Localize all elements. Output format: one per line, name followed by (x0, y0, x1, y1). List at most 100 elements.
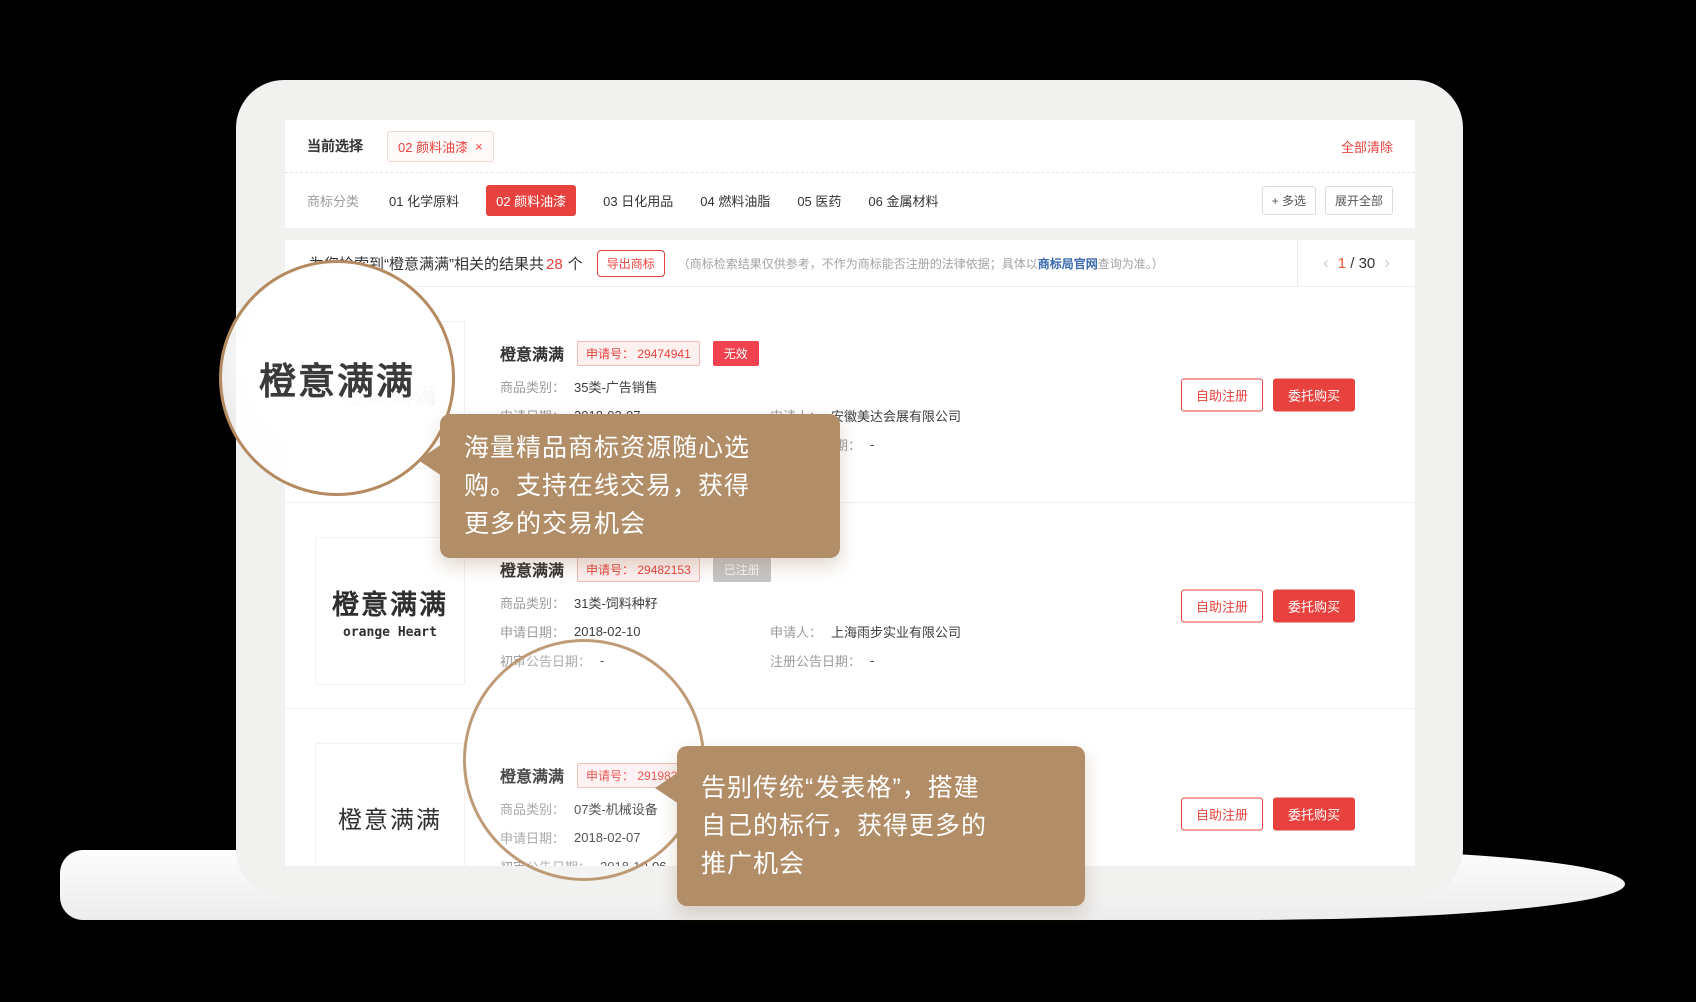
field-value: - (600, 653, 604, 668)
detail-field: 初审公告日期：- (500, 651, 770, 670)
field-label: 商品类别： (500, 799, 565, 818)
trademark-office-link[interactable]: 商标局官网 (1038, 257, 1098, 271)
trademark-name: 橙意满满 (500, 341, 564, 365)
tooltip-line: 推广机会 (701, 845, 1061, 883)
trademark-title-line: 橙意满满 申请号： 29482153 已注册 (500, 557, 961, 581)
current-page: 1 (1338, 255, 1346, 272)
field-label: 申请人： (770, 622, 822, 641)
field-value: - (870, 437, 874, 452)
tooltip-arrow-left-icon (655, 772, 679, 804)
field-value: 31类-饲料种籽 (574, 593, 658, 612)
filter-panel: 当前选择 02 颜料油漆 × 全部清除 商标分类 01 化学原料02 颜料油漆0… (285, 120, 1415, 228)
entrusted-purchase-button[interactable]: 委托购买 (1273, 589, 1355, 622)
detail-line: 初审公告日期：-注册公告日期：- (500, 646, 961, 675)
detail-line: 初审公告日期： 2018-10-06 (500, 852, 700, 866)
detail-field: 注册公告日期：- (770, 651, 874, 670)
field-label: 初审公告日期： (500, 857, 591, 866)
detail-lines: 商品类别： 07类-机械设备申请日期： 2018-02-07 初审公告日期： 2018-… (500, 794, 700, 866)
self-register-button[interactable]: 自助注册 (1181, 798, 1263, 831)
category-item[interactable]: 04 燃料油脂 (700, 191, 770, 210)
disclaimer-text: （商标检索结果仅供参考，不作为商标能否注册的法律依据；具体以商标局官网查询为准。… (678, 255, 1164, 272)
status-badge: 已注册 (713, 557, 771, 582)
current-selection-row: 当前选择 02 颜料油漆 × 全部清除 (285, 120, 1415, 172)
trademark-image: 橙意满满 orange Heart (315, 537, 465, 685)
category-items: 01 化学原料 02 颜料油漆 03 日化用品 04 燃料油脂 05 医药 06 金属材料 (389, 185, 938, 216)
field-label: 注册公告日期： (770, 651, 861, 670)
total-pages: 30 (1359, 255, 1376, 272)
row-actions: 自助注册 委托购买 (1181, 378, 1355, 411)
expand-all-button[interactable]: 展开全部 (1325, 186, 1393, 215)
tooltip-line: 自己的标行，获得更多的 (701, 807, 1061, 845)
category-item[interactable]: 05 医药 (797, 191, 841, 210)
tooltip-promotion: 告别传统“发表格”，搭建自己的标行，获得更多的推广机会 (677, 746, 1085, 906)
detail-field: 初审公告日期： 2018-10-06 (500, 857, 667, 866)
entrusted-purchase-button[interactable]: 委托购买 (1273, 798, 1355, 831)
detail-line: 申请日期：2018-02-10申请人： 上海雨步实业有限公司 (500, 617, 961, 646)
tooltip-line: 告别传统“发表格”，搭建 (701, 769, 1061, 807)
detail-field: 申请日期：2018-02-10 (500, 622, 770, 641)
field-label: 商品类别： (500, 593, 565, 612)
detail-field: 申请日期： 2018-02-07 (500, 828, 641, 847)
entrusted-purchase-button[interactable]: 委托购买 (1273, 378, 1355, 411)
row-actions: 自助注册 委托购买 (1181, 798, 1355, 831)
trademark-logo-text: 橙意满满 (342, 379, 438, 411)
tooltip-line: 海量精品商标资源随心选 (464, 429, 816, 467)
remove-tag-icon[interactable]: × (475, 140, 483, 153)
tooltip-line: 购。支持在线交易，获得 (464, 467, 816, 505)
disclaimer-suffix: 查询为准。） (1098, 257, 1164, 271)
results-count-unit: 个 (568, 256, 583, 273)
field-value: 07类-机械设备 (574, 799, 658, 818)
prev-page-icon[interactable]: ‹ (1323, 253, 1329, 273)
self-register-button[interactable]: 自助注册 (1181, 589, 1263, 622)
detail-line: 申请日期： 2018-02-07 (500, 823, 700, 852)
category-item[interactable]: 01 化学原料 (389, 191, 459, 210)
trademark-logo-text: 橙意满满 (338, 800, 442, 835)
application-number-tag: 申请号： 29482153 (577, 557, 700, 582)
detail-lines: 商品类别： 31类-饲料种籽申请日期：2018-02-10申请人： 上海雨步实业有限… (500, 588, 961, 675)
selected-filter-tag[interactable]: 02 颜料油漆 × (387, 131, 494, 162)
field-value: 2018-10-06 (600, 859, 667, 866)
field-label: 申请日期： (500, 828, 565, 847)
next-page-icon[interactable]: › (1384, 253, 1390, 273)
current-selection-label: 当前选择 (307, 136, 363, 156)
tooltip-line: 更多的交易机会 (464, 505, 816, 543)
export-trademarks-button[interactable]: 导出商标 (597, 250, 665, 277)
detail-line: 商品类别： 35类-广告销售 (500, 372, 961, 401)
detail-line: 商品类别： 31类-饲料种籽 (500, 588, 961, 617)
row-actions: 自助注册 委托购买 (1181, 589, 1355, 622)
results-summary: 为您检索到“橙意满满”相关的结果共28 个 (309, 253, 583, 274)
field-value: 安徽美达会展有限公司 (831, 406, 961, 425)
multi-select-button[interactable]: + 多选 (1262, 186, 1316, 215)
category-item[interactable]: 03 日化用品 (603, 191, 673, 210)
self-register-button[interactable]: 自助注册 (1181, 378, 1263, 411)
category-item[interactable]: 02 颜料油漆 (486, 185, 576, 216)
field-value: 上海雨步实业有限公司 (831, 622, 961, 641)
summary-prefix: 为您检索到“橙意满满”相关的结果共 (309, 256, 544, 273)
results-header: 为您检索到“橙意满满”相关的结果共28 个 导出商标 （商标检索结果仅供参考，不作… (285, 240, 1415, 287)
field-value: 35类-广告销售 (574, 377, 658, 396)
trademark-logo-subtext: orange Heart (343, 625, 437, 640)
field-label: 申请日期： (500, 622, 565, 641)
category-item[interactable]: 06 金属材料 (868, 191, 938, 210)
detail-field: 申请人： 上海雨步实业有限公司 (770, 622, 961, 641)
field-label: 商品类别： (500, 377, 565, 396)
results-count: 28 (546, 256, 563, 273)
tooltip-marketplace: 海量精品商标资源随心选购。支持在线交易，获得更多的交易机会 (440, 414, 840, 558)
detail-field: 商品类别： 31类-饲料种籽 (500, 593, 658, 612)
page-separator: / (1350, 255, 1354, 272)
trademark-logo-text: 橙意满满 (332, 583, 448, 622)
page-indicator: 1 / 30 (1338, 255, 1376, 272)
trademark-image: 橙意满满 (315, 743, 465, 866)
category-row: 商标分类 01 化学原料 02 颜料油漆 03 日化用品 04 燃料油脂 05 医药 06… (285, 172, 1415, 228)
field-value: 2018-02-07 (574, 830, 641, 845)
pagination: ‹ 1 / 30 › (1297, 240, 1415, 286)
status-badge: 无效 (713, 341, 759, 366)
clear-all-button[interactable]: 全部清除 (1341, 137, 1393, 156)
category-label: 商标分类 (307, 191, 359, 210)
field-label: 初审公告日期： (500, 651, 591, 670)
application-number-tag: 申请号： 29474941 (577, 341, 700, 366)
trademark-name: 橙意满满 (500, 763, 564, 787)
field-value: - (870, 653, 874, 668)
tooltip-arrow-left-icon (418, 444, 442, 476)
detail-field: 商品类别： 35类-广告销售 (500, 377, 658, 396)
